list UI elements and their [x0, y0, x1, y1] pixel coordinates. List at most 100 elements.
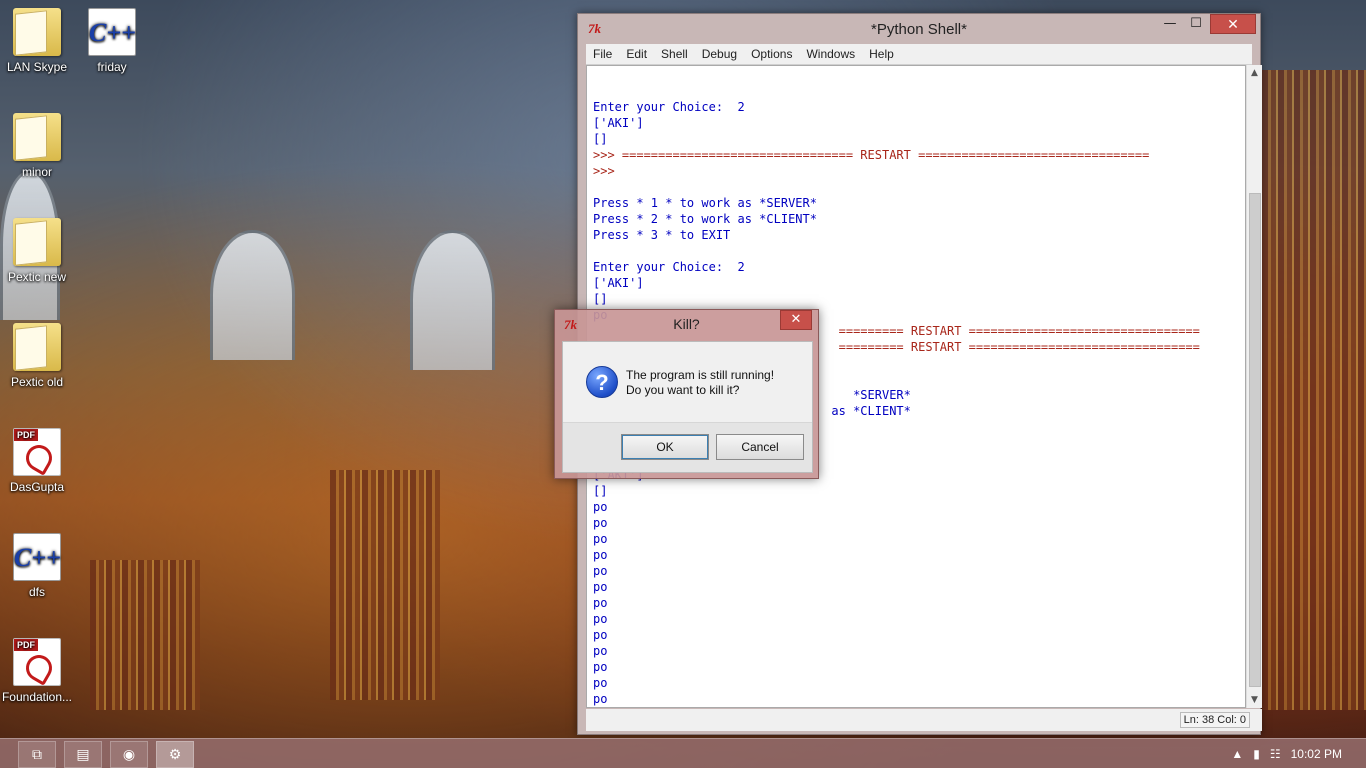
dialog-body: ? The program is still running! Do you w…	[562, 341, 813, 473]
wallpaper-bookshelf-3	[90, 560, 200, 710]
shell-line: po	[593, 676, 608, 690]
menu-file[interactable]: File	[586, 47, 619, 61]
shell-line: po	[593, 564, 608, 578]
pdf-badge: PDF	[14, 639, 38, 651]
ok-button[interactable]: OK	[621, 434, 709, 460]
scroll-up-icon[interactable]: ▲	[1247, 65, 1262, 81]
shell-line: Press * 3 * to EXIT	[593, 228, 731, 242]
shell-line: ['AKI']	[593, 276, 644, 290]
desktop-icon-label: Pextic new	[7, 270, 67, 284]
folder-icon	[13, 323, 61, 371]
shell-line: po	[593, 644, 608, 658]
desktop-icon-dasgupta[interactable]: PDF DasGupta	[0, 428, 75, 494]
cpp-file-icon: C++	[88, 8, 136, 56]
shell-line: po	[593, 548, 608, 562]
shell-line: po	[593, 500, 608, 514]
shell-line: []	[593, 484, 608, 498]
shell-line: Enter your Choice: 2	[593, 260, 745, 274]
desktop-icon-pextic-old[interactable]: Pextic old	[0, 323, 75, 389]
shell-line: po	[593, 532, 608, 546]
folder-icon	[13, 8, 61, 56]
taskbar-chrome-button[interactable]: ◉	[110, 741, 148, 768]
desktop-icon-pextic-new[interactable]: Pextic new	[0, 218, 75, 284]
desktop-icon-label: Foundation...	[1, 690, 73, 704]
desktop-icon-friday[interactable]: C++ friday	[74, 8, 150, 74]
cancel-button[interactable]: Cancel	[716, 434, 804, 460]
shell-line: po	[593, 692, 608, 706]
cpp-file-icon: C++	[13, 533, 61, 581]
pdf-file-icon: PDF	[13, 428, 61, 476]
status-bar: Ln: 38 Col: 0	[586, 709, 1262, 731]
dialog-message: The program is still running! Do you wan…	[626, 368, 774, 398]
dialog-title: Kill?	[673, 316, 700, 332]
question-icon: ?	[586, 366, 618, 398]
dialog-message-line-2: Do you want to kill it?	[626, 383, 740, 397]
shell-line: Enter your Choice: 2	[593, 100, 745, 114]
folder-icon	[13, 218, 61, 266]
menu-shell[interactable]: Shell	[654, 47, 695, 61]
folder-icon	[13, 113, 61, 161]
desktop-icon-dfs[interactable]: C++ dfs	[0, 533, 75, 599]
desktop-icon-label: minor	[21, 165, 52, 179]
dialog-button-row: OK Cancel	[563, 422, 812, 472]
desktop-icon-lan-skype[interactable]: LAN Skype	[0, 8, 75, 74]
battery-icon[interactable]: ▮	[1253, 747, 1260, 761]
shell-line: []	[593, 132, 608, 146]
taskbar: ⧉ ▤ ◉ ⚙ ▲ ▮ ☷ 10:02 PM	[0, 738, 1366, 768]
menu-help[interactable]: Help	[862, 47, 901, 61]
shell-line: >>>	[593, 164, 622, 178]
acrobat-swirl-icon	[21, 440, 57, 476]
pdf-file-icon: PDF	[13, 638, 61, 686]
network-icon[interactable]: ☷	[1270, 747, 1281, 761]
desktop-icon-label: DasGupta	[9, 480, 65, 494]
shell-line: po	[593, 612, 608, 626]
desktop-icon-label: dfs	[28, 585, 45, 599]
maximize-button[interactable]: ☐	[1182, 14, 1210, 34]
desktop-icon-label: friday	[97, 60, 127, 74]
shell-line: po	[593, 628, 608, 642]
shell-line: []	[593, 292, 608, 306]
system-tray: ▲ ▮ ☷ 10:02 PM	[1231, 739, 1366, 768]
scrollbar-thumb[interactable]	[1249, 193, 1261, 687]
menu-bar: File Edit Shell Debug Options Windows He…	[586, 44, 1252, 65]
menu-options[interactable]: Options	[744, 47, 799, 61]
taskbar-file-manager-button[interactable]: ▤	[64, 741, 102, 768]
wallpaper-window-1	[210, 230, 295, 360]
clock[interactable]: 10:02 PM	[1291, 747, 1342, 761]
shell-line: Press * 1 * to work as *SERVER*	[593, 196, 817, 210]
cursor-position: Ln: 38 Col: 0	[1179, 712, 1250, 728]
wallpaper-bookshelf-1	[330, 470, 440, 700]
acrobat-swirl-icon	[21, 650, 57, 686]
taskbar-explorer-button[interactable]: ⧉	[18, 741, 56, 768]
vertical-scrollbar[interactable]: ▲ ▼	[1246, 65, 1262, 708]
desktop-icon-label: Pextic old	[10, 375, 64, 389]
close-button[interactable]: ✕	[1210, 14, 1256, 34]
tray-expand-icon[interactable]: ▲	[1231, 747, 1243, 761]
shell-line: >>> ================================ RES…	[593, 148, 1150, 162]
desktop-icon-label: LAN Skype	[6, 60, 68, 74]
menu-windows[interactable]: Windows	[799, 47, 862, 61]
shell-line: Press * 2 * to work as *CLIENT*	[593, 212, 817, 226]
shell-line: ['AKI']	[593, 116, 644, 130]
window-titlebar[interactable]: 7k *Python Shell* — ☐ ✕	[578, 14, 1260, 44]
menu-debug[interactable]: Debug	[695, 47, 744, 61]
dialog-message-line-1: The program is still running!	[626, 368, 775, 382]
menu-edit[interactable]: Edit	[619, 47, 654, 61]
shell-line: po	[593, 516, 608, 530]
kill-dialog: 7k Kill? ✕ ? The program is still runnin…	[554, 309, 819, 479]
pdf-badge: PDF	[14, 429, 38, 441]
minimize-button[interactable]: —	[1156, 14, 1184, 34]
shell-line: po	[593, 660, 608, 674]
shell-line: po	[593, 596, 608, 610]
desktop-icon-minor[interactable]: minor	[0, 113, 75, 179]
dialog-close-button[interactable]: ✕	[780, 310, 812, 330]
wallpaper-window-2	[410, 230, 495, 370]
taskbar-python-button[interactable]: ⚙	[156, 741, 194, 768]
desktop-icon-foundation[interactable]: PDF Foundation...	[0, 638, 75, 704]
shell-line: po	[593, 580, 608, 594]
wallpaper-bookshelf-2	[1262, 70, 1366, 710]
scroll-down-icon[interactable]: ▼	[1247, 692, 1262, 708]
